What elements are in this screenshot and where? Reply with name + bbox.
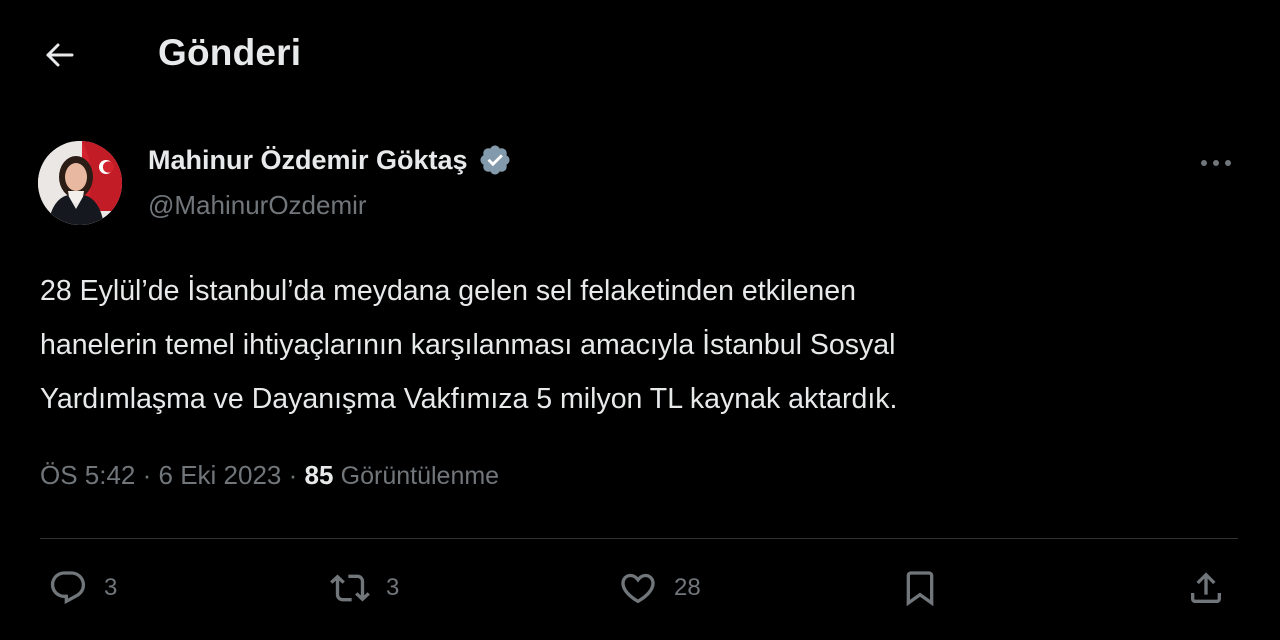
views-label: Görüntülenme (340, 462, 500, 490)
meta-separator: · (281, 460, 305, 490)
tweet-meta: ÖS 5:42 · 6 Eki 2023 · 85 Görüntülenme (40, 460, 499, 491)
bookmark-button[interactable] (900, 566, 940, 610)
tweet-text-line: hanelerin temel ihtiyaçlarının karşılanm… (40, 329, 896, 361)
tweet-time[interactable]: ÖS 5:42 (40, 460, 135, 490)
heart-icon (621, 573, 655, 604)
avatar[interactable] (38, 141, 122, 225)
tweet-text-line: 28 Eylül’de İstanbul’da meydana gelen se… (40, 275, 856, 307)
tweet-date[interactable]: 6 Eki 2023 (159, 460, 282, 490)
retweet-count: 3 (386, 574, 400, 601)
author-handle[interactable]: @MahinurOzdemir (148, 190, 367, 221)
back-button[interactable] (36, 33, 84, 77)
share-button[interactable] (1186, 566, 1226, 610)
reply-icon (50, 571, 86, 605)
arrow-left-icon (46, 43, 74, 67)
share-icon (1191, 572, 1221, 603)
bookmark-icon (906, 571, 934, 607)
retweet-button[interactable]: 3 (330, 566, 399, 610)
more-horizontal-icon (1201, 160, 1231, 166)
profile-photo (38, 141, 122, 225)
tweet-text-line: Yardımlaşma ve Dayanışma Vakfımıza 5 mil… (40, 383, 898, 415)
page-title: Gönderi (158, 32, 302, 73)
reply-button[interactable]: 3 (48, 566, 117, 610)
views-count: 85 (304, 460, 334, 490)
retweet-icon (330, 574, 370, 602)
author-name[interactable]: Mahinur Özdemir Göktaş (148, 143, 512, 177)
top-bar: Gönderi (0, 0, 1280, 110)
like-button[interactable]: 28 (618, 566, 701, 610)
verified-badge-icon[interactable] (478, 143, 512, 177)
divider (40, 538, 1238, 539)
reply-count: 3 (104, 574, 118, 601)
more-options-button[interactable] (1192, 143, 1240, 183)
tweet-text: 28 Eylül’de İstanbul’da meydana gelen se… (40, 264, 1220, 426)
meta-separator: · (135, 460, 159, 490)
author-name-text: Mahinur Özdemir Göktaş (148, 144, 468, 175)
like-count: 28 (674, 574, 701, 601)
